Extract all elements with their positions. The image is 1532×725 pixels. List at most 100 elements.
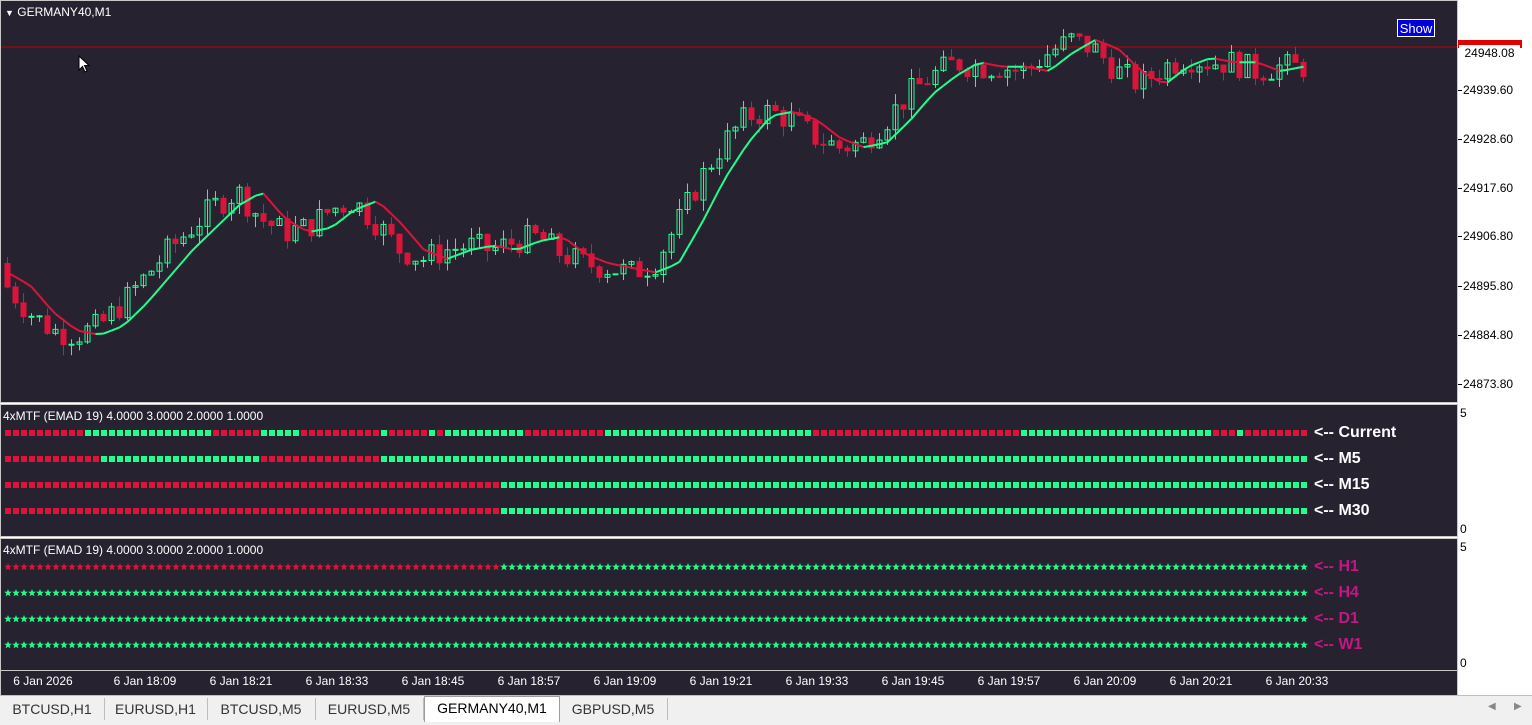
signal-star: [1012, 589, 1020, 596]
signal-square: [1037, 430, 1043, 436]
signal-square: [1229, 456, 1235, 462]
signal-star: [1188, 589, 1196, 596]
tab-eurusd-h1[interactable]: EURUSD,H1: [104, 698, 208, 720]
signal-star: [732, 563, 740, 570]
signal-star: [84, 615, 92, 622]
candle-body: [693, 192, 698, 200]
signal-star: [1084, 615, 1092, 622]
signal-square: [213, 430, 219, 436]
ema-segment: [400, 222, 408, 231]
signal-square: [869, 430, 875, 436]
signal-square: [245, 456, 251, 462]
signal-square: [1261, 456, 1267, 462]
signal-square: [829, 482, 835, 488]
scroll-right-icon[interactable]: ▶: [1514, 701, 1522, 712]
signal-star: [1156, 641, 1164, 648]
signal-square: [133, 456, 139, 462]
signal-star: [60, 563, 68, 570]
signal-star: [924, 641, 932, 648]
signal-star: [916, 563, 924, 570]
signal-star: [228, 615, 236, 622]
signal-star: [508, 589, 516, 596]
signal-star: [156, 589, 164, 596]
time-axis[interactable]: 6 Jan 20266 Jan 18:096 Jan 18:216 Jan 18…: [0, 671, 1458, 695]
tab-eurusd-m5[interactable]: EURUSD,M5: [315, 698, 424, 720]
candle-body: [901, 105, 906, 109]
signal-star: [684, 615, 692, 622]
signal-star: [236, 641, 244, 648]
signal-square: [357, 508, 363, 514]
signal-square: [1197, 456, 1203, 462]
signal-square: [53, 430, 59, 436]
signal-star: [1060, 563, 1068, 570]
signal-star: [524, 563, 532, 570]
price-tick-label: 24873.80: [1463, 377, 1513, 391]
signal-star: [756, 563, 764, 570]
signal-star: [700, 641, 708, 648]
signal-square: [1069, 508, 1075, 514]
signal-square: [1245, 430, 1251, 436]
signal-star: [748, 563, 756, 570]
signal-square: [485, 482, 491, 488]
ema-segment: [1120, 50, 1128, 58]
price-tick-label: 24895.80: [1463, 279, 1513, 293]
signal-square: [1253, 508, 1259, 514]
signal-square: [501, 482, 507, 488]
signal-star: [372, 589, 380, 596]
dropdown-triangle-icon[interactable]: ▼: [5, 8, 14, 18]
signal-star: [908, 589, 916, 596]
signal-star: [868, 641, 876, 648]
signal-square: [677, 456, 683, 462]
ema-segment: [1056, 60, 1064, 66]
signal-square: [573, 456, 579, 462]
tab-gbpusd-m5[interactable]: GBPUSD,M5: [559, 698, 668, 720]
signal-square: [493, 482, 499, 488]
signal-square: [757, 482, 763, 488]
signal-star: [500, 641, 508, 648]
scroll-left-icon[interactable]: ◀: [1488, 701, 1496, 712]
signal-square: [1077, 430, 1083, 436]
tab-btcusd-m5[interactable]: BTCUSD,M5: [207, 698, 316, 720]
signal-star: [172, 589, 180, 596]
signal-star: [28, 589, 36, 596]
indicator-pane-2[interactable]: 4xMTF (EMAD 19) 4.0000 3.0000 2.0000 1.0…: [0, 538, 1458, 671]
signal-square: [285, 482, 291, 488]
main-chart-pane[interactable]: ▼ GERMANY40,M1 Show: [0, 0, 1458, 403]
signal-square: [797, 430, 803, 436]
signal-square: [717, 508, 723, 514]
signal-square: [221, 430, 227, 436]
signal-star: [820, 615, 828, 622]
signal-star: [1076, 641, 1084, 648]
indicator-pane-1[interactable]: 4xMTF (EMAD 19) 4.0000 3.0000 2.0000 1.0…: [0, 404, 1458, 537]
signal-star: [260, 563, 268, 570]
candle-body: [1293, 55, 1298, 63]
signal-square: [1197, 430, 1203, 436]
price-chart[interactable]: [1, 1, 1457, 402]
signal-star: [300, 589, 308, 596]
signal-square: [549, 456, 555, 462]
ema-segment: [488, 246, 496, 247]
signal-star: [572, 563, 580, 570]
signal-star: [492, 589, 500, 596]
signal-star: [484, 589, 492, 596]
price-tick-mark: [1458, 335, 1462, 336]
signal-star: [788, 563, 796, 570]
signal-square: [1141, 508, 1147, 514]
signal-star: [676, 641, 684, 648]
tab-germany40-m1[interactable]: GERMANY40,M1: [424, 696, 560, 722]
signal-square: [981, 430, 987, 436]
signal-star: [140, 589, 148, 596]
signal-square: [589, 482, 595, 488]
ema-segment: [840, 137, 848, 141]
signal-star: [356, 641, 364, 648]
signal-square: [453, 508, 459, 514]
signal-star: [1260, 589, 1268, 596]
signal-square: [133, 482, 139, 488]
tab-btcusd-h1[interactable]: BTCUSD,H1: [0, 698, 105, 720]
signal-star: [1156, 589, 1164, 596]
show-button[interactable]: Show: [1397, 19, 1435, 37]
signal-star: [1300, 589, 1308, 596]
ema-segment: [672, 262, 680, 266]
signal-square: [1149, 456, 1155, 462]
signal-star: [1060, 589, 1068, 596]
